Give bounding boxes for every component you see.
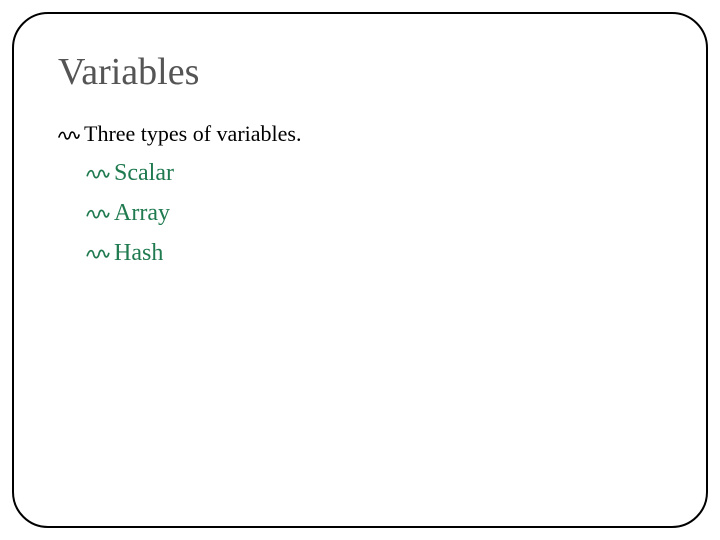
scribble-bullet-icon <box>86 166 110 181</box>
scribble-bullet-icon <box>86 206 110 221</box>
slide: Variables Three types of variables. Scal… <box>0 0 720 540</box>
slide-title: Variables <box>58 50 662 94</box>
variable-types-list: Scalar Array Hash <box>86 158 662 268</box>
item-label: Hash <box>114 238 163 268</box>
intro-text: Three types of variables. <box>84 120 301 148</box>
intro-line: Three types of variables. <box>58 120 662 148</box>
scribble-bullet-icon <box>58 128 80 142</box>
item-label: Array <box>114 198 170 228</box>
list-item: Hash <box>86 238 662 268</box>
scribble-bullet-icon <box>86 246 110 261</box>
item-label: Scalar <box>114 158 174 188</box>
slide-frame: Variables Three types of variables. Scal… <box>12 12 708 528</box>
list-item: Array <box>86 198 662 228</box>
list-item: Scalar <box>86 158 662 188</box>
